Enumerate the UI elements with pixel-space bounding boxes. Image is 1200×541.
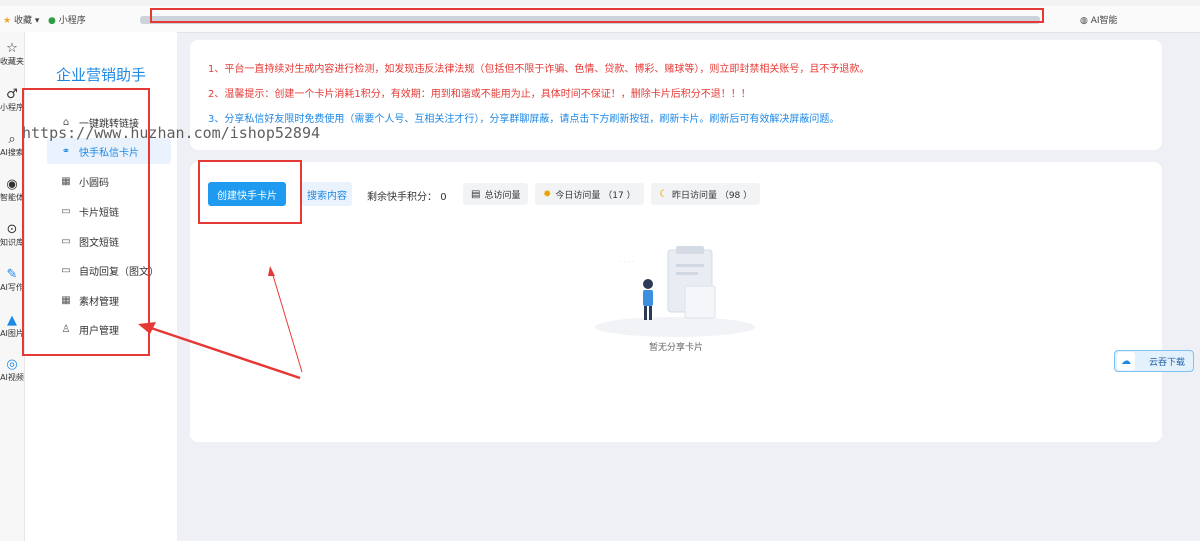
arrow-line-to-create	[271, 271, 303, 373]
annotation-arrows	[138, 266, 303, 380]
arrow-line-to-users	[144, 324, 301, 380]
arrow-head-create	[268, 266, 275, 276]
